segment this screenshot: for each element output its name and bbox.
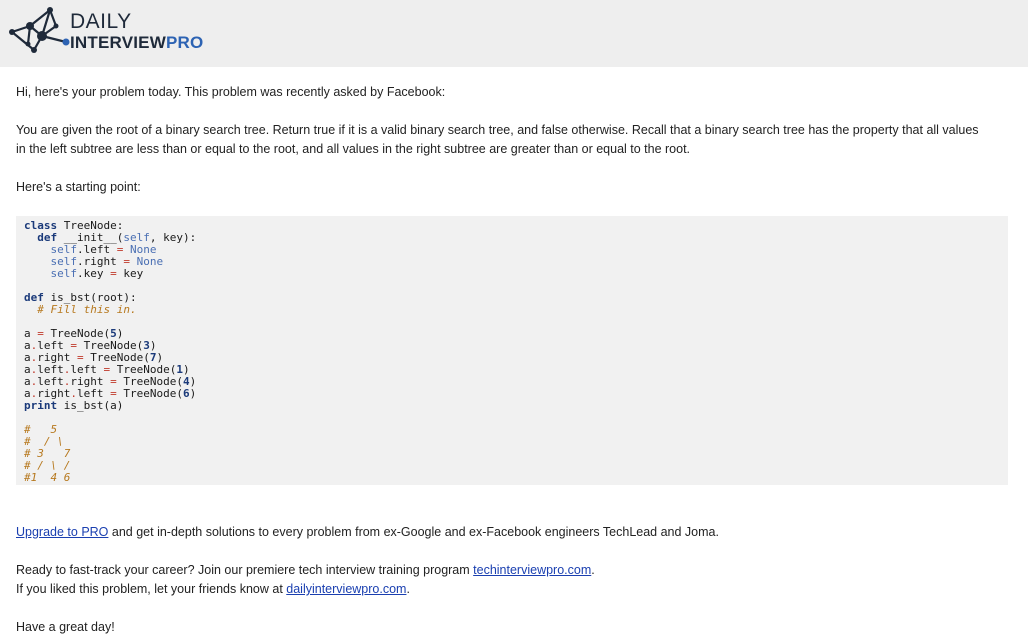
ready-paragraph: Ready to fast-track your career? Join ou…: [16, 561, 986, 580]
email-header: DAILY INTERVIEWPRO: [0, 0, 1028, 67]
liked-text: If you liked this problem, let your frie…: [16, 582, 287, 596]
liked-paragraph: If you liked this problem, let your frie…: [16, 580, 986, 599]
logo-interview: INTERVIEW: [70, 33, 166, 52]
techinterviewpro-link[interactable]: techinterviewpro.com: [473, 563, 591, 577]
logo-daily-text: DAILY: [70, 10, 132, 33]
upgrade-paragraph: Upgrade to PRO and get in-depth solution…: [16, 523, 986, 542]
problem-text: You are given the root of a binary searc…: [16, 123, 979, 156]
logo-interviewpro-text: INTERVIEWPRO: [70, 33, 203, 53]
starting-point-text: Here's a starting point:: [16, 180, 141, 194]
ready-end: .: [591, 563, 595, 577]
logo-pro: PRO: [165, 33, 204, 52]
upgrade-to-pro-link[interactable]: Upgrade to PRO: [16, 525, 108, 539]
signoff-text: Have a great day!: [16, 620, 115, 634]
greeting-text: Hi, here's your problem today. This prob…: [16, 85, 446, 99]
code-text: class TreeNode: def __init__(self, key):…: [24, 219, 197, 484]
ready-text: Ready to fast-track your career? Join ou…: [16, 563, 474, 577]
liked-end: .: [406, 582, 410, 596]
dailyinterviewpro-link[interactable]: dailyinterviewpro.com: [286, 582, 406, 596]
logo-network-icon: [9, 7, 70, 53]
code-block: class TreeNode: def __init__(self, key):…: [16, 216, 1008, 485]
upgrade-text: and get in-depth solutions to every prob…: [108, 525, 719, 539]
